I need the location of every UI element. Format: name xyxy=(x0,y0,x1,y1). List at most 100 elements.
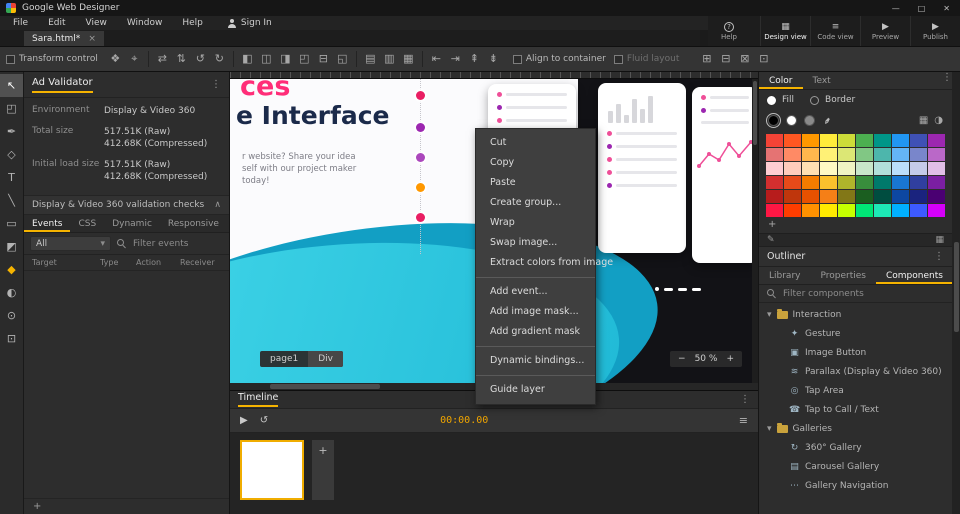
palette-swatch[interactable] xyxy=(838,148,855,161)
code-view-button[interactable]: ≡ Code view xyxy=(810,16,860,46)
right-panel-scrollbar[interactable] xyxy=(952,72,960,514)
palette-swatch[interactable] xyxy=(838,134,855,147)
palette-swatch[interactable] xyxy=(856,162,873,175)
tab-text[interactable]: Text xyxy=(803,72,841,89)
sign-in-button[interactable]: Sign In xyxy=(228,18,272,28)
palette-swatch[interactable] xyxy=(784,190,801,203)
tab-components[interactable]: Components xyxy=(876,267,953,284)
tab-responsive[interactable]: Responsive xyxy=(160,215,227,232)
design-dot[interactable] xyxy=(416,123,425,132)
close-button[interactable]: ✕ xyxy=(943,4,950,13)
tab-properties[interactable]: Properties xyxy=(810,267,875,284)
caret-icon[interactable]: ▾ xyxy=(767,424,772,434)
palette-swatch[interactable] xyxy=(766,134,783,147)
toolbar-icon[interactable] xyxy=(147,51,149,67)
palette-swatch[interactable] xyxy=(784,148,801,161)
color-wheel-icon[interactable]: ◑ xyxy=(934,115,943,126)
tab-library[interactable]: Library xyxy=(759,267,810,284)
palette-swatch[interactable] xyxy=(892,162,909,175)
component-tree-row[interactable]: ◎ Tap Area xyxy=(759,381,952,400)
palette-swatch[interactable] xyxy=(820,190,837,203)
palette-swatch[interactable] xyxy=(874,148,891,161)
eyedropper-icon[interactable]: ✒ xyxy=(819,113,833,126)
panel-menu-icon[interactable]: ⋮ xyxy=(211,79,221,90)
palette-swatch[interactable] xyxy=(928,134,945,147)
palette-swatch[interactable] xyxy=(856,190,873,203)
palette-swatch[interactable] xyxy=(874,204,891,217)
palette-grid-icon[interactable]: ▦ xyxy=(919,115,928,126)
palette-swatch[interactable] xyxy=(766,162,783,175)
right-panel-scrollbar-thumb[interactable] xyxy=(953,242,959,332)
match-width-icon[interactable]: ⇞ xyxy=(465,50,484,68)
palette-swatch[interactable] xyxy=(856,148,873,161)
fullscreen-preview-tool[interactable]: ⊡ xyxy=(0,327,23,350)
vertical-scrollbar[interactable] xyxy=(752,79,758,383)
context-menu-item[interactable] xyxy=(476,346,595,347)
filter-components-input[interactable] xyxy=(783,288,873,299)
context-menu-item[interactable]: Guide layer xyxy=(476,380,595,400)
zoom-level[interactable]: 50 % xyxy=(695,354,718,364)
rotate-ccw-icon[interactable]: ↺ xyxy=(191,50,210,68)
group-icon[interactable]: ⊞ xyxy=(697,50,716,68)
palette-swatch[interactable] xyxy=(856,134,873,147)
add-frame-button[interactable]: + xyxy=(312,440,334,500)
color-chip[interactable] xyxy=(786,114,797,126)
align-bottom-icon[interactable]: ◱ xyxy=(333,50,352,68)
transform-control-checkbox[interactable] xyxy=(6,54,15,64)
swatch-options-icon[interactable]: ▦ xyxy=(935,235,944,245)
design-view-button[interactable]: ▦ Design view xyxy=(760,16,810,46)
frame-thumbnail[interactable] xyxy=(240,440,304,500)
align-middle-icon[interactable]: ⊟ xyxy=(314,50,333,68)
palette-swatch[interactable] xyxy=(856,204,873,217)
palette-swatch[interactable] xyxy=(892,148,909,161)
toolbar-icon[interactable] xyxy=(355,51,357,67)
palette-swatch[interactable] xyxy=(838,204,855,217)
context-menu-item[interactable]: Copy xyxy=(476,153,595,173)
breadcrumb-page[interactable]: page1 xyxy=(260,351,308,367)
palette-swatch[interactable] xyxy=(910,148,927,161)
gradient-tool[interactable]: ◐ xyxy=(0,281,23,304)
palette-swatch[interactable] xyxy=(910,134,927,147)
align-right-icon[interactable]: ◨ xyxy=(276,50,295,68)
add-event-button[interactable]: + xyxy=(33,501,41,512)
palette-swatch[interactable] xyxy=(928,162,945,175)
palette-swatch[interactable] xyxy=(784,176,801,189)
maximize-button[interactable]: □ xyxy=(918,4,926,13)
palette-swatch[interactable] xyxy=(820,176,837,189)
palette-swatch[interactable] xyxy=(892,190,909,203)
context-menu-item[interactable] xyxy=(476,375,595,376)
component-tree-row[interactable]: ✦ Gesture xyxy=(759,324,952,343)
filter-events-input[interactable] xyxy=(133,238,223,249)
palette-swatch[interactable] xyxy=(766,176,783,189)
palette-swatch[interactable] xyxy=(874,190,891,203)
palette-swatch[interactable] xyxy=(892,204,909,217)
pen-tool[interactable]: ✒ xyxy=(0,120,23,143)
play-button[interactable]: ▶ xyxy=(240,415,248,426)
palette-swatch[interactable] xyxy=(802,148,819,161)
design-dot[interactable] xyxy=(416,153,425,162)
paint-bucket-tool[interactable]: ◆ xyxy=(0,258,23,281)
palette-swatch[interactable] xyxy=(838,190,855,203)
palette-swatch[interactable] xyxy=(910,204,927,217)
ungroup-icon[interactable]: ⊟ xyxy=(716,50,735,68)
validation-checks-header[interactable]: Display & Video 360 validation checks ∧ xyxy=(24,195,229,215)
transform-origin-icon[interactable]: ⌖ xyxy=(125,50,144,68)
context-menu-item[interactable]: Extract colors from image xyxy=(476,253,613,273)
3d-rotate-tool[interactable]: ◰ xyxy=(0,97,23,120)
tab-events[interactable]: Events xyxy=(24,215,70,232)
text-tool[interactable]: T xyxy=(0,166,23,189)
match-height-icon[interactable]: ⇟ xyxy=(484,50,503,68)
add-color-button[interactable]: + xyxy=(759,219,952,233)
line-tool[interactable]: ╲ xyxy=(0,189,23,212)
menu-window[interactable]: Window xyxy=(118,18,172,28)
timeline-menu-icon[interactable]: ⋮ xyxy=(740,394,750,405)
palette-swatch[interactable] xyxy=(838,162,855,175)
design-body-text[interactable]: r website? Share your idea self with our… xyxy=(242,151,356,187)
palette-swatch[interactable] xyxy=(892,134,909,147)
palette-swatch[interactable] xyxy=(910,176,927,189)
component-tree-row[interactable]: ⋯ Gallery Navigation xyxy=(759,476,952,495)
palette-swatch[interactable] xyxy=(766,190,783,203)
document-tab[interactable]: Sara.html* × xyxy=(24,31,104,46)
color-chip[interactable] xyxy=(804,114,815,126)
component-tree-row[interactable]: ▤ Carousel Gallery xyxy=(759,457,952,476)
